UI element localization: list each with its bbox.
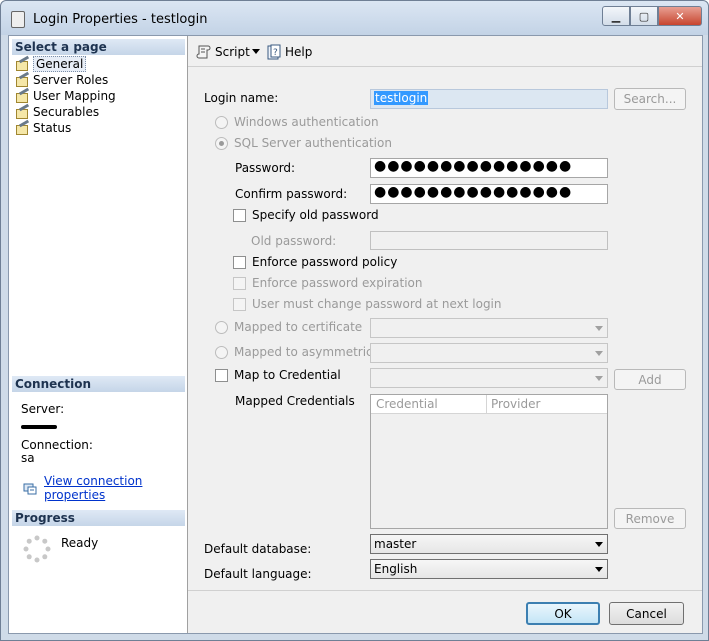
old-password-label: Old password: [251,234,337,248]
mapped-cert-label: Mapped to certificate [234,320,363,334]
map-credential-label: Map to Credential [234,368,341,382]
mapped-asym-radio[interactable] [215,346,228,359]
grid-col-divider [486,395,487,413]
asymmetric-key-combo[interactable] [370,343,608,363]
left-pane: Select a page General Server Roles User … [9,36,188,633]
windows-auth-label: Windows authentication [234,115,379,129]
login-name-value: testlogin [374,91,429,105]
page-general-label: General [33,56,87,72]
add-button[interactable]: Add [614,369,686,390]
connection-properties-icon [23,482,37,495]
mapped-credentials-label: Mapped Credentials [235,394,355,408]
default-language-value: English [374,562,418,576]
ok-button[interactable]: OK [526,602,600,625]
certificate-combo[interactable] [370,318,608,338]
right-pane: Script ? Help Login name: testlogin Sear… [188,36,702,633]
minimize-button[interactable]: ▁ [602,6,630,26]
cancel-button[interactable]: Cancel [609,602,684,625]
page-server-roles-label: Server Roles [33,73,109,87]
window-controls: ▁ ▢ ✕ [602,6,702,26]
chevron-down-icon [595,542,603,547]
mapped-cert-radio[interactable] [215,321,228,334]
view-connection-properties[interactable]: View connection properties [23,474,187,502]
svg-text:?: ? [273,48,278,58]
server-value-redacted [21,425,57,429]
connection-value: sa [21,451,35,465]
enforce-policy-label: Enforce password policy [252,255,398,269]
page-status-label: Status [33,121,72,135]
default-language-combo[interactable]: English [370,559,608,579]
must-change-checkbox[interactable] [233,298,246,311]
specify-old-password-label: Specify old password [252,208,379,222]
page-general[interactable]: General [15,55,87,72]
connection-header: Connection [12,376,185,392]
page-server-roles[interactable]: Server Roles [15,71,109,88]
page-icon [15,103,30,119]
login-properties-window: Login Properties - testlogin ▁ ▢ ✕ Selec… [0,0,709,641]
page-icon [15,87,30,103]
help-icon: ? [266,44,282,60]
view-connection-properties-link[interactable]: View connection properties [44,474,187,502]
old-password-field[interactable] [370,231,608,250]
chevron-down-icon [595,376,603,381]
remove-button[interactable]: Remove [614,508,686,529]
maximize-button[interactable]: ▢ [630,6,658,26]
dialog-button-bar: OK Cancel [188,590,702,634]
script-button[interactable]: Script [196,44,250,60]
page-icon [15,71,30,87]
login-name-label: Login name: [204,91,279,105]
default-database-combo[interactable]: master [370,534,608,554]
script-dropdown-chevron-icon[interactable] [252,49,260,54]
page-icon [15,119,30,135]
enforce-expiration-checkbox[interactable] [233,277,246,290]
windows-auth-radio[interactable] [215,116,228,129]
select-page-header: Select a page [12,39,185,55]
enforce-expiration-label: Enforce password expiration [252,276,423,290]
script-icon [196,44,212,60]
page-status[interactable]: Status [15,119,72,136]
page-icon [15,55,30,71]
credential-combo[interactable] [370,368,608,388]
progress-spinner-icon [23,535,51,563]
page-securables-label: Securables [33,105,100,119]
connection-label: Connection: [21,438,93,452]
must-change-label: User must change password at next login [252,297,502,311]
grid-col-credential[interactable]: Credential [376,397,438,411]
grid-header: Credential Provider [371,395,607,414]
chevron-down-icon [595,326,603,331]
chevron-down-icon [595,567,603,572]
specify-old-password-checkbox[interactable] [233,209,246,222]
help-button[interactable]: ? Help [266,44,312,60]
password-label: Password: [235,161,296,175]
toolbar: Script ? Help [188,36,702,67]
page-user-mapping-label: User Mapping [33,89,116,103]
default-language-label: Default language: [204,567,312,581]
help-label: Help [285,45,313,59]
enforce-policy-checkbox[interactable] [233,256,246,269]
server-label: Server: [21,402,65,416]
login-name-field[interactable]: testlogin [370,89,608,109]
window-title: Login Properties - testlogin [33,12,208,27]
script-label: Script [215,45,250,59]
dialog-client: Select a page General Server Roles User … [8,35,703,634]
sql-auth-label: SQL Server authentication [234,136,392,150]
grid-col-provider[interactable]: Provider [491,397,540,411]
progress-status: Ready [61,536,99,550]
default-database-value: master [374,537,417,551]
map-credential-checkbox[interactable] [215,369,228,382]
close-button[interactable]: ✕ [658,6,702,26]
password-field[interactable]: ●●●●●●●●●●●●●●● [370,158,608,178]
page-securables[interactable]: Securables [15,103,100,120]
confirm-password-label: Confirm password: [235,187,348,201]
page-user-mapping[interactable]: User Mapping [15,87,116,104]
mapped-credentials-grid[interactable]: Credential Provider [370,394,608,529]
chevron-down-icon [595,351,603,356]
search-button[interactable]: Search... [614,88,686,110]
window-app-icon [11,11,25,28]
progress-header: Progress [12,510,185,526]
sql-auth-radio[interactable] [215,137,228,150]
confirm-password-field[interactable]: ●●●●●●●●●●●●●●● [370,184,608,204]
default-database-label: Default database: [204,542,312,556]
title-bar[interactable]: Login Properties - testlogin ▁ ▢ ✕ [1,1,708,35]
